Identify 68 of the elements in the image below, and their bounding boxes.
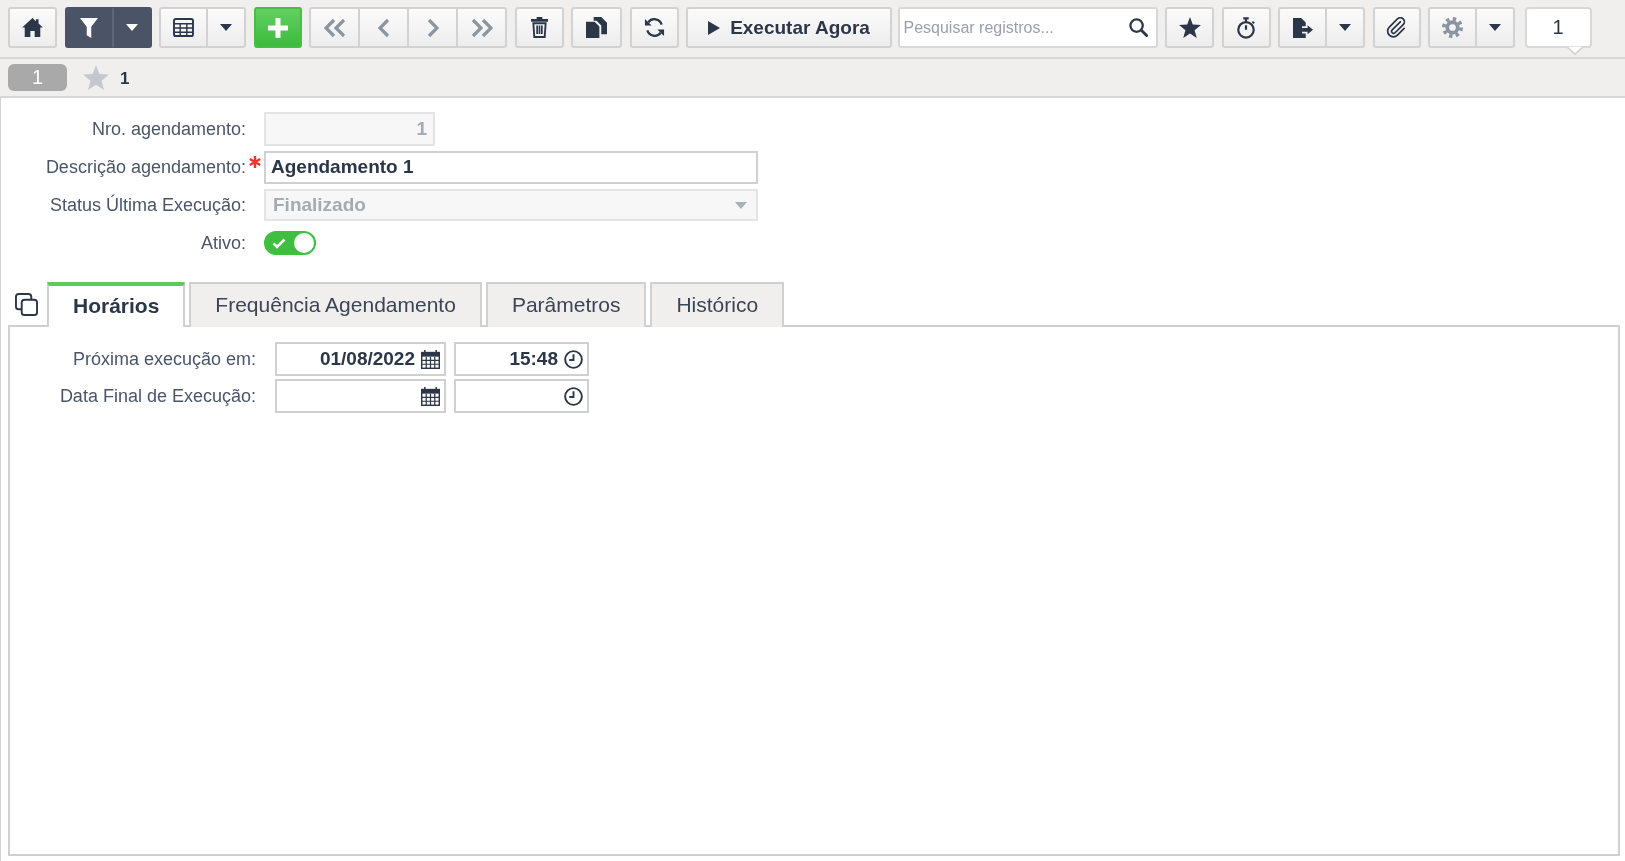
- caret-icon: [735, 201, 747, 209]
- double-chevron-left-icon: [323, 17, 346, 38]
- tab[interactable]: Parâmetros: [485, 282, 647, 327]
- field-label: Status Última Execução:: [48, 194, 246, 216]
- funnel-icon: [80, 17, 98, 38]
- documents-icon: [586, 17, 607, 38]
- toggle-knob: [294, 233, 314, 253]
- table-icon: [173, 18, 194, 37]
- two-squares-icon[interactable]: [15, 293, 38, 316]
- home-button[interactable]: [8, 7, 57, 48]
- search-field[interactable]: Pesquisar registros...: [897, 7, 1158, 48]
- last-record-button[interactable]: [456, 7, 507, 48]
- play-icon: [708, 20, 721, 35]
- file-export-icon: [1292, 17, 1313, 38]
- caret-icon: [220, 24, 232, 31]
- calendar-icon: [421, 386, 440, 406]
- field-label: Próxima execução em:: [71, 348, 256, 370]
- first-record-button[interactable]: [309, 7, 360, 48]
- record-badge: 1: [8, 64, 67, 91]
- previous-record-button[interactable]: [358, 7, 409, 48]
- home-icon: [22, 18, 43, 37]
- clock-icon: [564, 386, 583, 406]
- tab[interactable]: Horários: [47, 282, 186, 327]
- export-button[interactable]: [1278, 7, 1327, 48]
- star-icon: [1178, 17, 1201, 38]
- timer-button[interactable]: [1221, 7, 1271, 48]
- field-label: Data Final de Execução:: [58, 385, 256, 407]
- delete-button[interactable]: [514, 7, 564, 48]
- search-icon: [1128, 18, 1148, 37]
- table-view-button[interactable]: [159, 7, 208, 48]
- attachment-button[interactable]: [1372, 7, 1421, 48]
- chevron-right-icon: [426, 17, 439, 38]
- calendar-icon: [421, 349, 440, 369]
- trash-icon: [530, 17, 548, 38]
- copy-button[interactable]: [571, 7, 622, 48]
- filter-button[interactable]: [64, 7, 114, 48]
- callout-tail-icon: [1566, 46, 1583, 55]
- checkmark-icon: [272, 237, 286, 249]
- paperclip-icon: [1386, 17, 1407, 38]
- caret-icon: [125, 24, 138, 31]
- record-counter: 1: [1524, 7, 1592, 48]
- time-field[interactable]: 15:48: [454, 342, 589, 376]
- dropdown-button[interactable]: [111, 7, 152, 48]
- star-icon: [83, 65, 109, 90]
- caret-icon: [1489, 24, 1501, 31]
- field-label: Ativo:: [199, 232, 246, 254]
- chevron-left-icon: [377, 17, 390, 38]
- text-field[interactable]: Agendamento 1: [264, 150, 758, 184]
- stopwatch-icon: [1236, 16, 1256, 39]
- run-now-button[interactable]: Executar Agora: [686, 7, 892, 48]
- clock-icon: [564, 349, 583, 369]
- gear-icon: [1442, 17, 1463, 38]
- caret-icon: [1339, 24, 1351, 31]
- toggle-switch[interactable]: [264, 231, 316, 255]
- favorites-count: 1: [120, 69, 130, 89]
- date-field[interactable]: [275, 379, 446, 413]
- plus-icon: [267, 17, 288, 38]
- field-label: Descrição agendamento:: [44, 156, 246, 178]
- tab[interactable]: Histórico: [650, 282, 785, 327]
- refresh-button[interactable]: [629, 7, 679, 48]
- refresh-icon: [643, 17, 665, 38]
- tab[interactable]: Frequência Agendamento: [189, 282, 482, 327]
- time-field[interactable]: [454, 379, 589, 413]
- double-chevron-right-icon: [470, 17, 493, 38]
- next-record-button[interactable]: [407, 7, 458, 48]
- date-field[interactable]: 01/08/2022: [275, 342, 446, 376]
- field-label: Nro. agendamento:: [90, 118, 246, 140]
- favorite-button[interactable]: [1165, 7, 1214, 48]
